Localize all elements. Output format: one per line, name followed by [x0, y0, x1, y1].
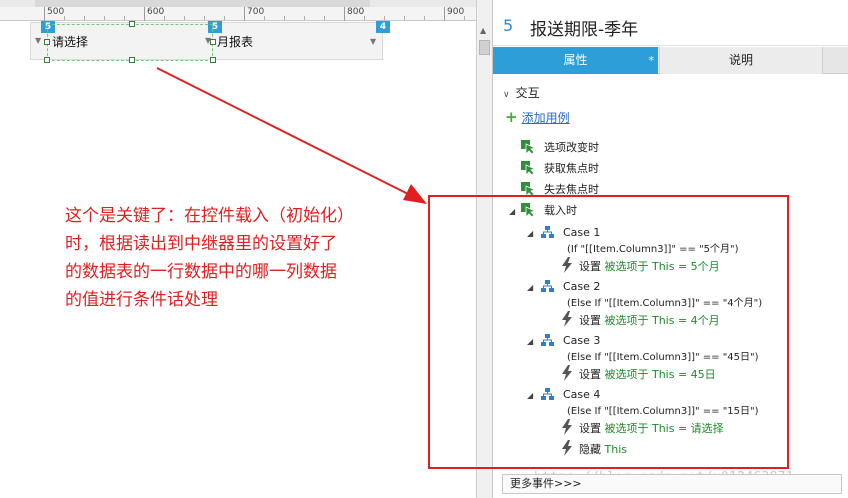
scroll-up-icon[interactable]: ▲	[480, 26, 486, 35]
tab-notes[interactable]: 说明	[659, 47, 823, 74]
cursor-event-icon	[521, 140, 536, 154]
modified-marker: *	[648, 54, 655, 67]
annotation-line: 的值进行条件话处理	[65, 290, 218, 310]
annotation-line: 这个是关键了：在控件载入（初始化）	[65, 206, 354, 226]
annotation-line: 的数据表的一行数据中的哪一列数据	[65, 262, 337, 282]
chevron-down-icon: ∨	[503, 90, 510, 100]
section-interactions[interactable]: ∨ 交互	[503, 84, 540, 101]
more-events-button[interactable]: 更多事件>>>	[502, 474, 842, 494]
event-item[interactable]: 选项改变时	[521, 140, 599, 156]
add-case-link[interactable]: + 添加用例	[505, 108, 570, 126]
annotation-line: 时，根据读出到中继器里的设置好了	[65, 234, 337, 254]
widget-name[interactable]: 报送期限-季年	[530, 15, 638, 40]
scroll-thumb[interactable]	[479, 40, 490, 55]
tab-properties[interactable]: 属性 *	[493, 47, 658, 74]
panel-tabs: 属性 * 说明	[493, 47, 848, 74]
design-canvas[interactable]: 500 600 700 800 900 5 5 4 ▼ 请选择 ▼ 月报表 ▼ …	[0, 0, 476, 498]
panel-header: 5 报送期限-季年	[493, 0, 848, 46]
cursor-event-icon	[521, 182, 536, 196]
plus-icon: +	[505, 108, 518, 126]
annotation-text: 这个是关键了：在控件载入（初始化） 时，根据读出到中继器里的设置好了 的数据表的…	[65, 202, 421, 314]
event-item[interactable]: 获取焦点时	[521, 161, 599, 177]
cursor-event-icon	[521, 161, 536, 175]
annotation-highlight-box	[428, 195, 789, 469]
widget-number: 5	[503, 16, 514, 35]
